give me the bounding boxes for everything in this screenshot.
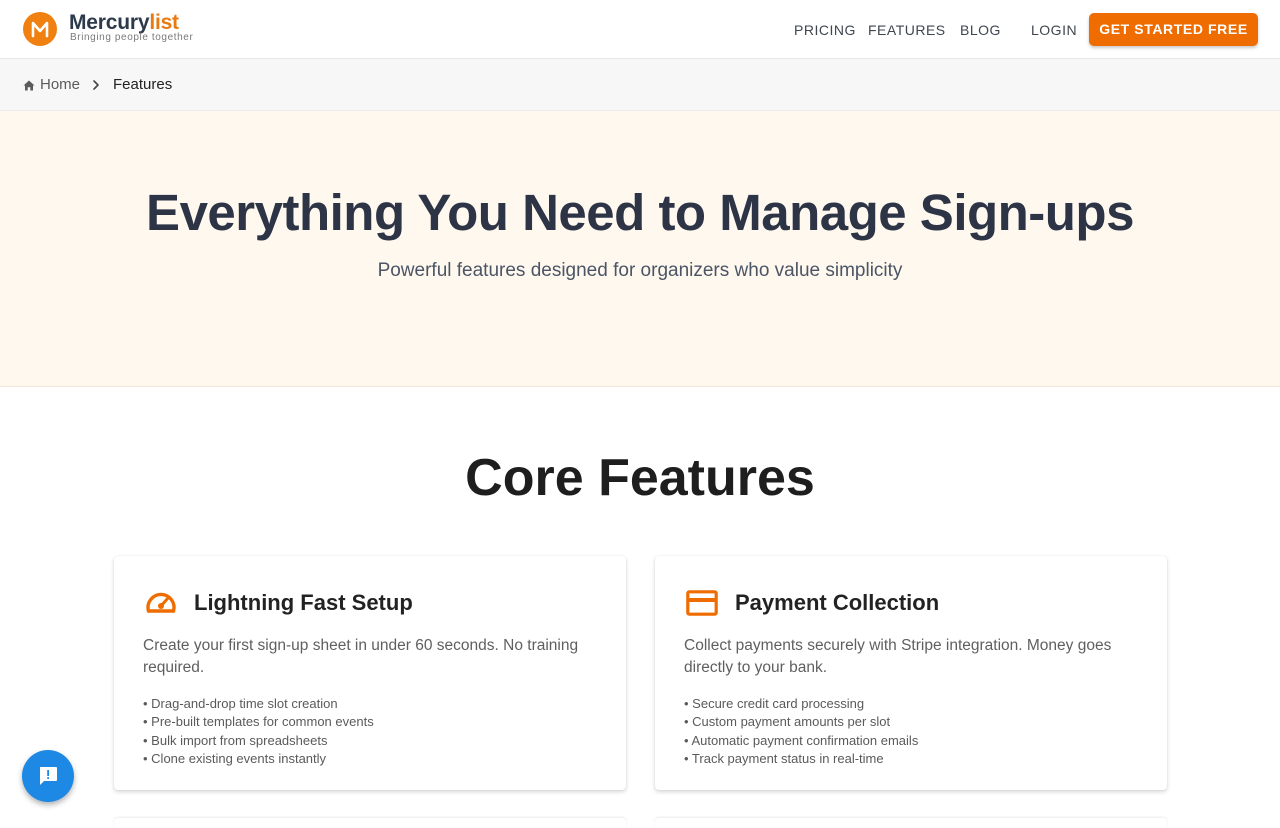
- feature-card: Lightning Fast Setup Create your first s…: [114, 556, 626, 790]
- home-icon[interactable]: [23, 78, 35, 96]
- feature-card-next: [114, 818, 626, 828]
- credit-card-icon: [686, 590, 718, 621]
- get-started-button[interactable]: GET STARTED FREE: [1089, 13, 1258, 46]
- feature-bullet: • Pre-built templates for common events: [143, 714, 374, 730]
- feedback-button[interactable]: [22, 750, 74, 802]
- hero-section: Everything You Need to Manage Sign-ups P…: [0, 111, 1280, 387]
- feature-title: Payment Collection: [735, 590, 940, 615]
- feature-bullet-list: • Drag-and-drop time slot creation • Pre…: [143, 695, 374, 768]
- feature-card-next: [655, 818, 1167, 828]
- feature-bullet: • Secure credit card processing: [684, 696, 865, 711]
- feature-bullet-list: • Secure credit card processing • Custom…: [684, 695, 918, 768]
- section-title: Core Features: [465, 449, 815, 507]
- speedometer-icon: [144, 588, 178, 621]
- feature-description: Create your first sign-up sheet in under…: [143, 637, 579, 676]
- breadcrumb: Home Features: [0, 59, 1280, 111]
- nav-features[interactable]: FEATURES: [868, 22, 946, 38]
- nav-blog[interactable]: BLOG: [960, 22, 1001, 38]
- breadcrumb-current: Features: [113, 76, 173, 93]
- chevron-right-icon: [90, 78, 102, 96]
- brand-name-accent: list: [149, 11, 179, 34]
- feature-bullet: • Bulk import from spreadsheets: [143, 732, 328, 748]
- site-header: Mercurylist Bringing people together PRI…: [0, 0, 1280, 59]
- hero-subtitle: Powerful features designed for organizer…: [377, 260, 903, 281]
- feature-description: Collect payments securely with Stripe in…: [684, 637, 1112, 676]
- feature-bullet: • Track payment status in real-time: [684, 750, 884, 766]
- logo-icon[interactable]: [23, 12, 57, 46]
- nav-login[interactable]: LOGIN: [1031, 22, 1077, 38]
- brand-tagline: Bringing people together: [70, 32, 194, 43]
- nav-pricing[interactable]: PRICING: [794, 22, 856, 38]
- feature-bullet: • Automatic payment confirmation emails: [684, 732, 919, 748]
- breadcrumb-home-link[interactable]: Home: [40, 76, 80, 93]
- feature-bullet: • Drag-and-drop time slot creation: [143, 696, 338, 711]
- brand-name-main: Mercury: [69, 11, 150, 34]
- hero-title: Everything You Need to Manage Sign-ups: [146, 184, 1134, 241]
- feature-card: Payment Collection Collect payments secu…: [655, 556, 1167, 790]
- feature-title: Lightning Fast Setup: [194, 590, 413, 615]
- feedback-icon: [40, 767, 57, 785]
- feature-bullet: • Custom payment amounts per slot: [684, 714, 891, 730]
- feature-bullet: • Clone existing events instantly: [143, 750, 327, 766]
